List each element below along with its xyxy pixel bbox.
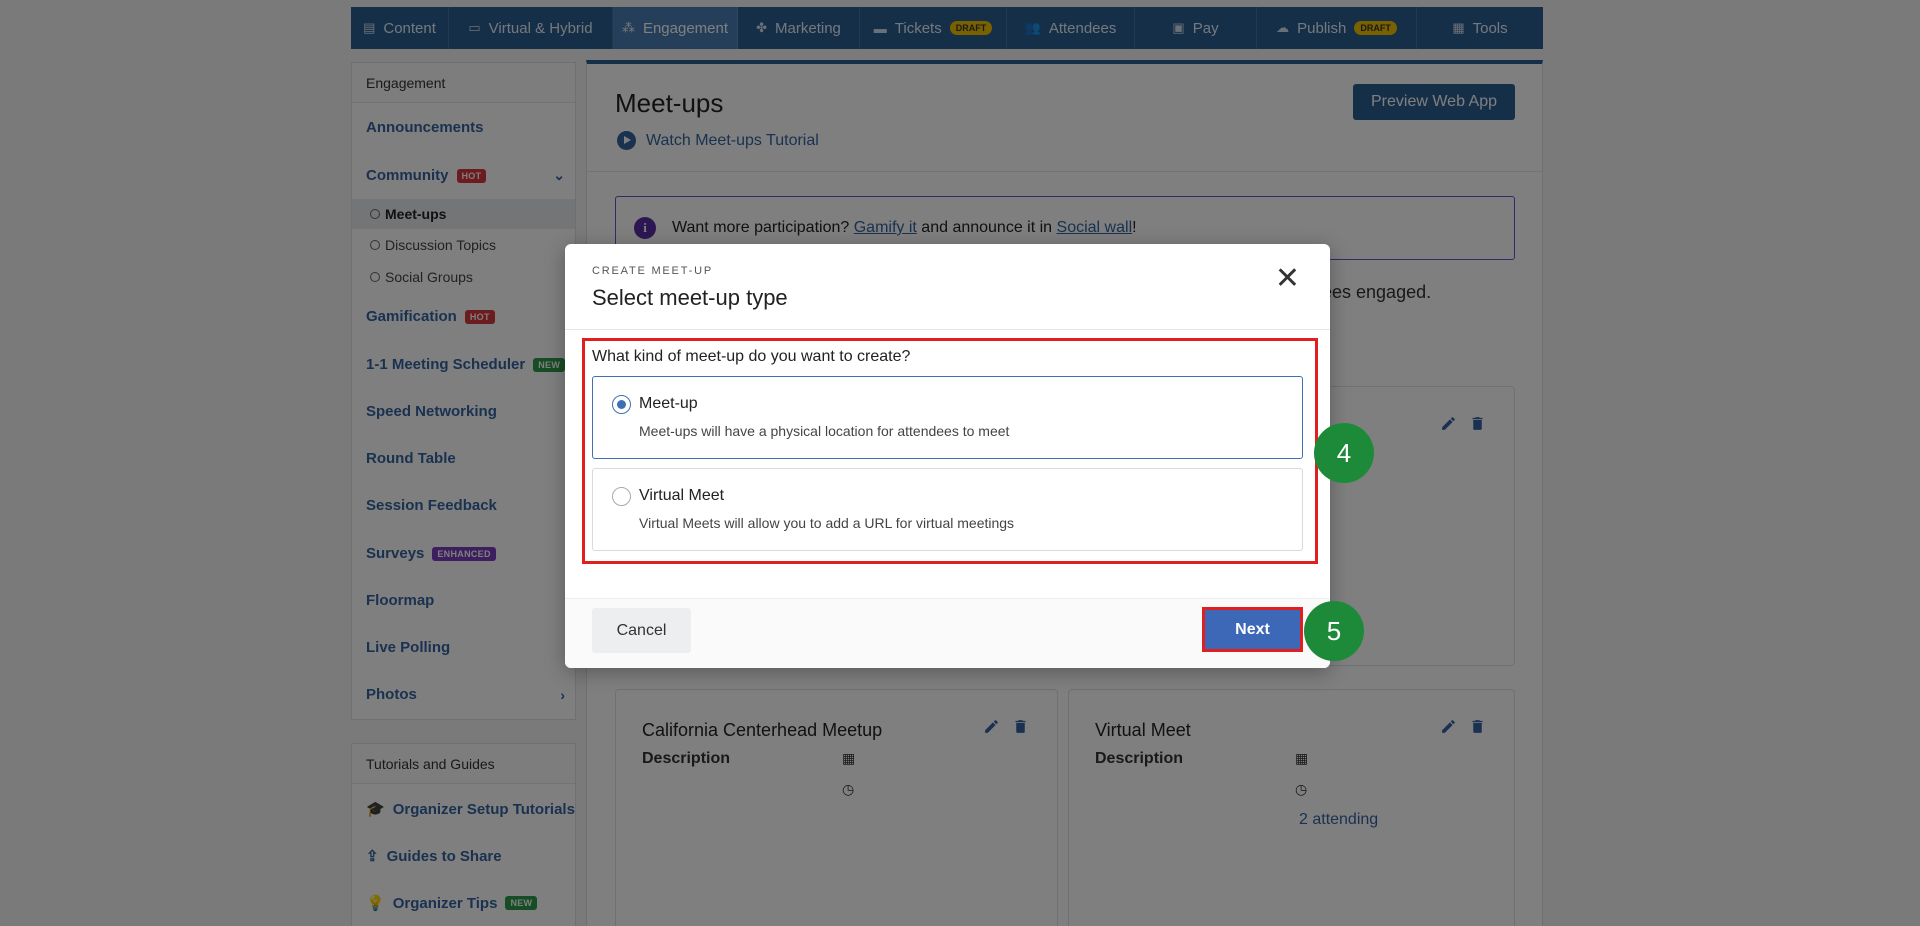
highlight-box (582, 338, 1318, 564)
next-button[interactable]: Next (1202, 607, 1303, 652)
create-meetup-modal: CREATE MEET-UP Select meet-up type ✕ Wha… (565, 244, 1330, 668)
modal-overline: CREATE MEET-UP (592, 265, 713, 277)
cancel-button[interactable]: Cancel (592, 608, 691, 653)
close-icon[interactable]: ✕ (1275, 264, 1300, 294)
divider (565, 329, 1330, 330)
step-marker-4: 4 (1314, 423, 1374, 483)
step-marker-5: 5 (1304, 601, 1364, 661)
modal-title: Select meet-up type (592, 285, 788, 310)
